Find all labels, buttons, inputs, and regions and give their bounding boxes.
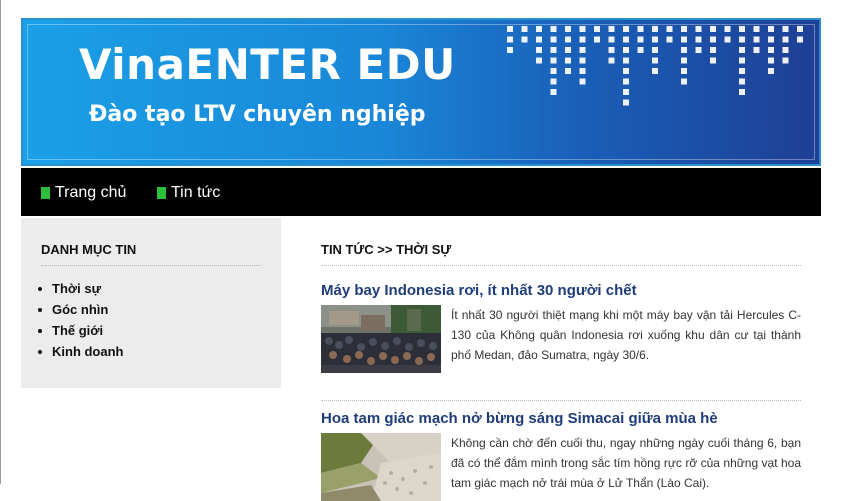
article-summary: Ít nhất 30 người thiệt mạng khi một máy … <box>451 308 801 362</box>
article-thumbnail[interactable] <box>321 433 441 501</box>
nav-item-home[interactable]: Trang chủ <box>41 184 126 202</box>
article-item: Hoa tam giác mạch nở bừng sáng Simacai g… <box>321 410 801 501</box>
article-body: Không cần chờ đến cuối thu, ngay những n… <box>321 433 801 501</box>
nav-bullet-icon <box>41 187 50 199</box>
nav-item-label: Tin tức <box>171 184 221 201</box>
bullet-icon <box>38 328 42 333</box>
article-title[interactable]: Hoa tam giác mạch nở bừng sáng Simacai g… <box>321 410 801 427</box>
article-summary: Không cần chờ đến cuối thu, ngay những n… <box>451 436 801 490</box>
nav-item-news[interactable]: Tin tức <box>157 184 220 202</box>
article-title[interactable]: Máy bay Indonesia rơi, ít nhất 30 người … <box>321 282 801 299</box>
header-banner: VinaENTER EDU Đào tạo LTV chuyên nghiệp <box>21 18 821 166</box>
bullet-icon <box>38 349 42 354</box>
sidebar-item-the-gioi[interactable]: Thế giới <box>38 320 124 341</box>
page-left-border <box>0 0 1 484</box>
site-subtitle: Đào tạo LTV chuyên nghiệp <box>89 102 426 127</box>
sidebar-item-goc-nhin[interactable]: Góc nhìn <box>38 299 124 320</box>
page-wrapper: VinaENTER EDU Đào tạo LTV chuyên nghiệp … <box>21 18 821 501</box>
category-list: Thời sự Góc nhìn Thế giới Kinh doanh <box>38 278 124 362</box>
nav-bullet-icon <box>157 187 166 199</box>
nav-item-label: Trang chủ <box>55 184 127 201</box>
sidebar-item-label: Góc nhìn <box>52 302 109 317</box>
crash-scene-image <box>321 305 441 373</box>
bullet-icon <box>38 307 42 312</box>
article-thumbnail[interactable] <box>321 305 441 373</box>
article-item: Máy bay Indonesia rơi, ít nhất 30 người … <box>321 282 801 373</box>
main-nav: Trang chủ Tin tức <box>21 168 821 216</box>
sidebar-item-label: Thời sự <box>52 281 101 296</box>
article-divider <box>321 400 801 401</box>
sidebar-item-thoi-su[interactable]: Thời sự <box>38 278 124 299</box>
bullet-icon <box>38 286 42 291</box>
sidebar: DANH MỤC TIN Thời sự Góc nhìn Thế giới K… <box>21 218 281 388</box>
sidebar-item-kinh-doanh[interactable]: Kinh doanh <box>38 341 124 362</box>
article-body: Ít nhất 30 người thiệt mạng khi một máy … <box>321 305 801 373</box>
site-title: VinaENTER EDU <box>79 40 456 89</box>
sidebar-title: DANH MỤC TIN <box>41 242 261 266</box>
sidebar-item-label: Thế giới <box>52 323 104 338</box>
breadcrumb: TIN TỨC >> THỜI SỰ <box>321 242 801 266</box>
flower-field-image <box>321 433 441 501</box>
sidebar-item-label: Kinh doanh <box>52 344 124 359</box>
